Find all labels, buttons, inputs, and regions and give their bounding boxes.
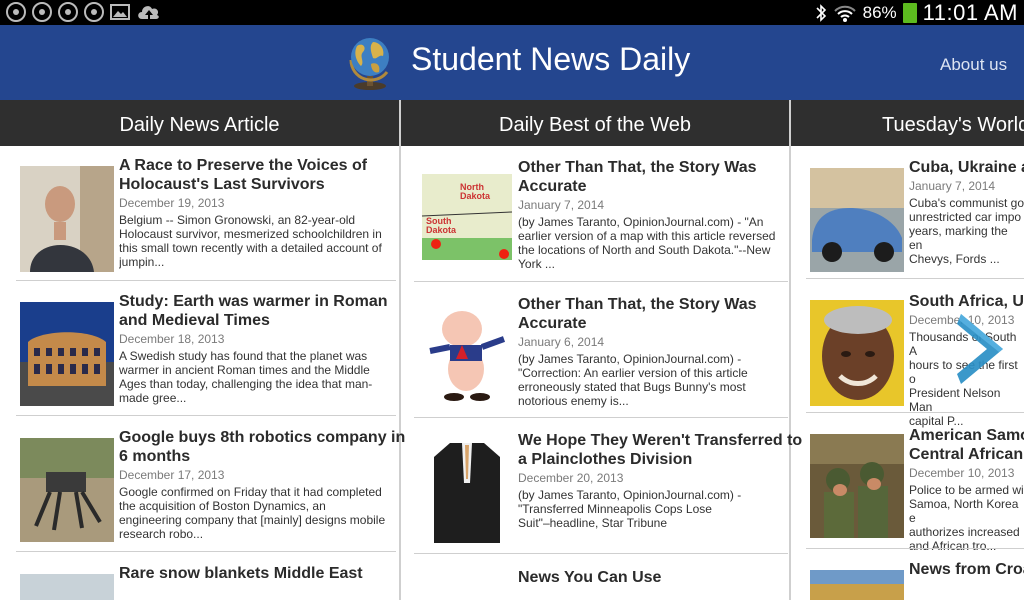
tab-daily-best-of-the-web[interactable]: Daily Best of the Web [401,100,789,146]
app-header: Student News Daily About us [0,25,1024,100]
globe-icon [349,38,389,90]
list-item[interactable]: North Dakota South Dakota Other Than That, … [414,146,788,280]
list-item[interactable]: We Hope They Weren't Transferred to a Pla… [414,419,802,553]
article-thumbnail [420,439,514,547]
list-item[interactable]: Google buys 8th robotics company in 6 mon… [16,418,405,552]
divider [806,548,1024,549]
list-item[interactable]: News You Can Use [414,556,788,600]
article-thumbnail [810,168,904,272]
article-thumbnail [20,574,114,600]
article-summary: Cuba's communist go unrestricted car impo… [909,196,1024,266]
article-title: Rare snow blankets Middle East [119,565,363,582]
tab-tuesdays-world[interactable]: Tuesday's World [791,100,1024,146]
article-title: Other Than That, the Story Was Accurate [518,296,757,332]
divider [414,553,788,554]
article-thumbnail [20,438,114,542]
app-title: Student News Daily [411,41,691,77]
about-us-link[interactable]: About us [940,55,1007,75]
article-summary: Police to be armed wi Samoa, North Korea … [909,483,1024,553]
gallery-icon [110,4,130,20]
svg-text:Dakota: Dakota [426,225,457,235]
article-summary: Google confirmed on Friday that it had c… [119,485,386,541]
article-thumbnail: North Dakota South Dakota [420,168,514,272]
wifi-icon [833,5,856,22]
article-title: Study: Earth was warmer in Roman and Medi… [119,293,388,329]
article-date: December 19, 2013 [119,196,225,210]
article-title: A Race to Preserve the Voices of Holocaus… [119,157,368,193]
article-date: December 17, 2013 [119,468,225,482]
divider [414,417,788,418]
article-date: January 6, 2014 [518,335,605,349]
divider [16,415,396,416]
article-date: December 20, 2013 [518,471,624,485]
divider [806,412,1024,413]
article-title: Google buys 8th robotics company in 6 mon… [119,429,406,465]
article-summary: (by James Taranto, OpinionJournal.com) -… [518,215,776,271]
article-summary: A Swedish study has found that the plane… [119,349,373,405]
article-thumbnail [810,434,904,538]
list-item[interactable]: A Race to Preserve the Voices of Holocaus… [16,146,396,280]
article-date: December 18, 2013 [119,332,225,346]
article-title: Cuba, Ukraine a [909,159,1024,176]
notification-icon [6,2,26,22]
article-title: American Samo Central African I [909,427,1024,463]
article-title: News You Can Use [518,569,662,586]
article-title: We Hope They Weren't Transferred to a Pla… [518,432,803,468]
notification-icons [6,2,162,22]
article-date: January 7, 2014 [909,179,996,193]
article-title: News from Croa [909,561,1024,578]
list-item[interactable]: Cuba, Ukraine a January 7, 2014 Cuba's c… [806,146,1024,280]
status-bar: 86% 11:01 AM [0,0,1024,25]
status-right: 86% 11:01 AM [815,0,1018,25]
list-item[interactable]: News from Croa [806,550,1024,600]
article-thumbnail [420,303,514,407]
article-thumbnail [20,302,114,406]
bluetooth-icon [816,3,826,22]
list-item[interactable]: Other Than That, the Story Was Accurate J… [414,283,788,417]
article-summary: (by James Taranto, OpinionJournal.com) -… [518,488,742,530]
battery-percent: 86% [862,2,897,22]
divider [414,281,788,282]
svg-text:Dakota: Dakota [460,191,491,201]
article-summary: (by James Taranto, OpinionJournal.com) -… [518,352,748,408]
divider [16,551,396,552]
article-date: January 7, 2014 [518,198,605,212]
divider [806,278,1024,279]
battery-icon [902,2,917,23]
list-item[interactable]: Rare snow blankets Middle East [16,554,396,600]
article-title: South Africa, Ur [909,293,1024,310]
column-divider [789,100,791,600]
notification-icon [32,2,52,22]
article-date: December 10, 2013 [909,466,1015,480]
article-thumbnail [810,570,904,600]
cloud-upload-icon [136,3,162,21]
article-thumbnail [810,300,904,406]
list-item[interactable]: American Samo Central African I December … [806,414,1024,553]
article-summary: Belgium -- Simon Gronowski, an 82-year-o… [119,213,382,269]
clock: 11:01 AM [922,0,1018,25]
notification-icon [84,2,104,22]
notification-icon [58,2,78,22]
divider [16,280,396,281]
article-title: Other Than That, the Story Was Accurate [518,159,757,195]
chevron-right-icon[interactable] [955,312,1005,386]
article-thumbnail [20,166,114,272]
column-divider [399,100,401,600]
list-item[interactable]: Study: Earth was warmer in Roman and Medi… [16,282,396,416]
tab-daily-news-article[interactable]: Daily News Article [0,100,399,146]
